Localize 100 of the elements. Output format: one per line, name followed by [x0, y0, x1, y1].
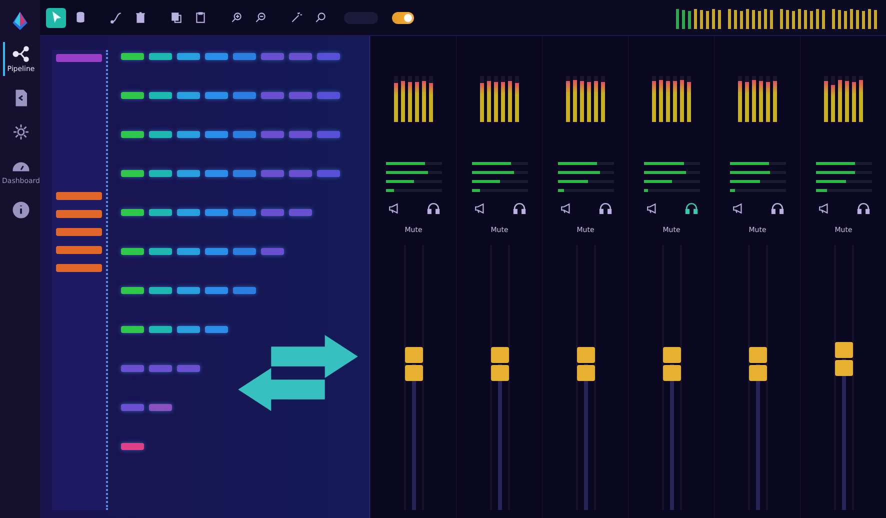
pipeline-node[interactable] [149, 404, 172, 411]
send-slider[interactable] [644, 162, 700, 165]
fader-handle[interactable] [662, 347, 680, 382]
zoom-field[interactable] [344, 12, 378, 24]
send-slider[interactable] [644, 180, 700, 183]
pipeline-node[interactable] [289, 209, 312, 216]
pipeline-node[interactable] [317, 92, 340, 99]
send-slider[interactable] [472, 171, 528, 174]
pipeline-node[interactable] [289, 131, 312, 138]
pipeline-node[interactable] [149, 131, 172, 138]
megaphone-icon[interactable] [388, 202, 400, 215]
send-slider[interactable] [816, 162, 872, 165]
send-slider[interactable] [558, 162, 614, 165]
pipeline-node[interactable] [149, 170, 172, 177]
headphones-icon[interactable] [512, 202, 526, 215]
pipeline-node[interactable] [261, 131, 284, 138]
pipeline-node[interactable] [177, 92, 200, 99]
pipeline-node[interactable] [177, 287, 200, 294]
pipeline-node[interactable] [177, 53, 200, 60]
pipeline-node[interactable] [317, 170, 340, 177]
send-slider[interactable] [386, 162, 442, 165]
pipeline-node[interactable] [149, 248, 172, 255]
pipeline-node[interactable] [177, 209, 200, 216]
send-slider[interactable] [644, 171, 700, 174]
megaphone-icon[interactable] [818, 202, 830, 215]
pipeline-node[interactable] [261, 209, 284, 216]
headphones-icon[interactable] [598, 202, 612, 215]
pipeline-node[interactable] [261, 92, 284, 99]
pipeline-node[interactable] [233, 92, 256, 99]
send-slider[interactable] [730, 162, 786, 165]
pipeline-node[interactable] [121, 131, 144, 138]
send-slider[interactable] [386, 171, 442, 174]
fader-handle[interactable] [404, 347, 422, 382]
input-node[interactable] [56, 228, 102, 236]
send-slider[interactable] [558, 180, 614, 183]
pipeline-node[interactable] [121, 53, 144, 60]
pointer-tool-button[interactable] [46, 8, 66, 28]
pipeline-node[interactable] [121, 170, 144, 177]
pipeline-node[interactable] [289, 170, 312, 177]
pipeline-node[interactable] [121, 404, 144, 411]
pipeline-node[interactable] [233, 170, 256, 177]
send-slider[interactable] [472, 180, 528, 183]
input-node[interactable] [56, 54, 102, 62]
pipeline-node[interactable] [149, 287, 172, 294]
send-slider[interactable] [816, 180, 872, 183]
megaphone-icon[interactable] [646, 202, 658, 215]
pipeline-node[interactable] [149, 53, 172, 60]
fader-handle[interactable] [748, 347, 766, 382]
input-node[interactable] [56, 210, 102, 218]
pipeline-node[interactable] [121, 443, 144, 450]
pipeline-node[interactable] [177, 248, 200, 255]
pipeline-node[interactable] [261, 170, 284, 177]
pipeline-node[interactable] [149, 92, 172, 99]
pipeline-node[interactable] [121, 209, 144, 216]
pipeline-node[interactable] [149, 326, 172, 333]
pipeline-node[interactable] [289, 92, 312, 99]
pipeline-node[interactable] [205, 92, 228, 99]
fader-handle[interactable] [490, 347, 508, 382]
megaphone-icon[interactable] [474, 202, 486, 215]
megaphone-icon[interactable] [732, 202, 744, 215]
pipeline-node[interactable] [233, 287, 256, 294]
headphones-icon[interactable] [426, 202, 440, 215]
pipeline-node[interactable] [205, 326, 228, 333]
input-node[interactable] [56, 192, 102, 200]
pipeline-node[interactable] [205, 131, 228, 138]
pipeline-node[interactable] [177, 170, 200, 177]
pipeline-node[interactable] [205, 209, 228, 216]
fader-handle[interactable] [576, 347, 594, 382]
pipeline-node[interactable] [121, 92, 144, 99]
pipeline-node[interactable] [177, 326, 200, 333]
pipeline-node[interactable] [149, 365, 172, 372]
pipeline-node[interactable] [177, 365, 200, 372]
send-slider[interactable] [816, 171, 872, 174]
send-slider[interactable] [558, 171, 614, 174]
pipeline-node[interactable] [121, 326, 144, 333]
pipeline-node[interactable] [317, 53, 340, 60]
pipeline-node[interactable] [121, 248, 144, 255]
send-slider[interactable] [730, 180, 786, 183]
fader-handle[interactable] [834, 342, 852, 376]
headphones-icon[interactable] [770, 202, 784, 215]
input-node[interactable] [56, 264, 102, 272]
pipeline-node[interactable] [205, 53, 228, 60]
send-slider[interactable] [386, 180, 442, 183]
pipeline-node[interactable] [233, 209, 256, 216]
pipeline-node[interactable] [205, 287, 228, 294]
pipeline-node[interactable] [177, 131, 200, 138]
pipeline-node[interactable] [205, 248, 228, 255]
pipeline-node[interactable] [317, 131, 340, 138]
pipeline-node[interactable] [233, 131, 256, 138]
pipeline-node[interactable] [289, 53, 312, 60]
pipeline-node[interactable] [261, 53, 284, 60]
megaphone-icon[interactable] [560, 202, 572, 215]
send-slider[interactable] [472, 162, 528, 165]
pipeline-node[interactable] [205, 170, 228, 177]
pipeline-node[interactable] [149, 209, 172, 216]
pipeline-node[interactable] [121, 365, 144, 372]
pipeline-node[interactable] [233, 248, 256, 255]
headphones-icon[interactable] [856, 202, 870, 215]
pipeline-node[interactable] [121, 287, 144, 294]
headphones-icon[interactable] [684, 202, 698, 215]
